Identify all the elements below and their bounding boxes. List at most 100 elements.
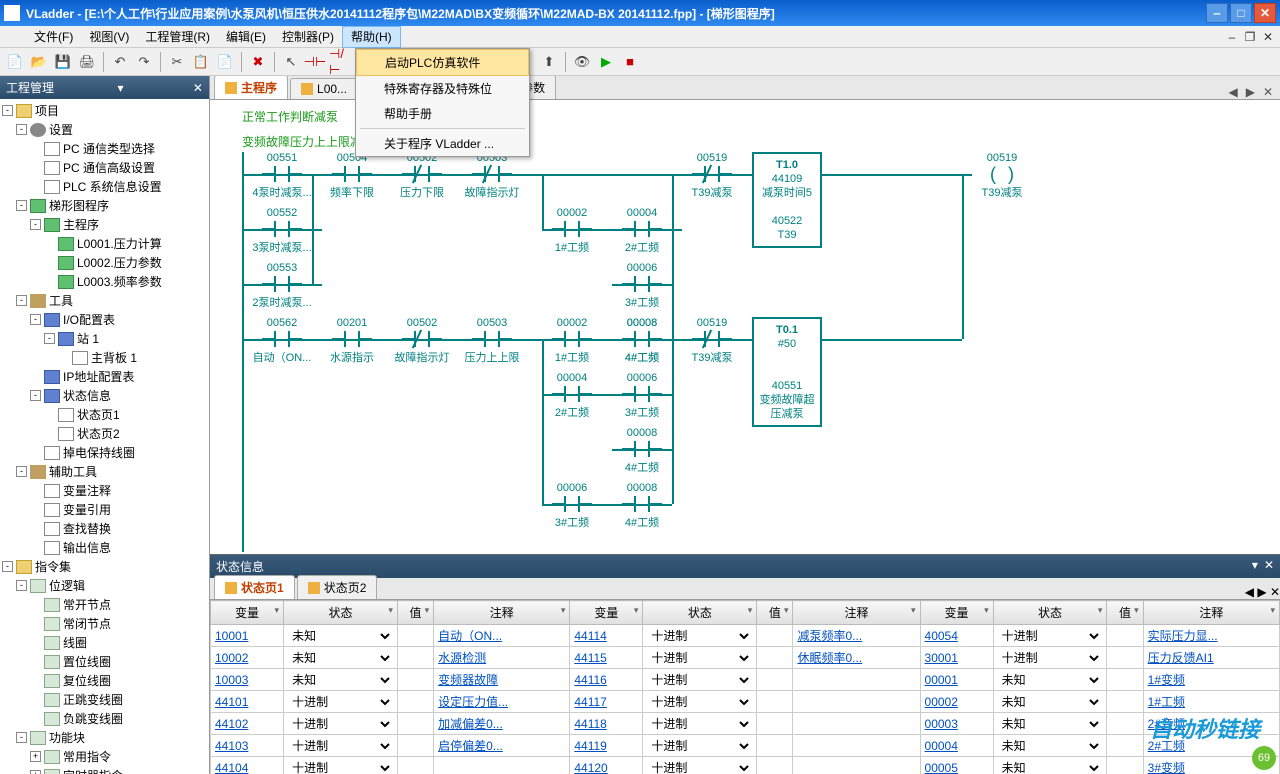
status-select[interactable]: 未知 bbox=[288, 628, 393, 644]
status-select[interactable]: 十进制 bbox=[647, 672, 752, 688]
ladder-canvas[interactable]: 正常工作判断减泵 变频故障压力上上限减泵 005514泵时减泵...00504频… bbox=[210, 100, 1280, 554]
status-select[interactable]: 未知 bbox=[998, 716, 1103, 732]
status-select[interactable]: 十进制 bbox=[647, 650, 752, 666]
tree-node[interactable]: -位逻辑 bbox=[2, 576, 207, 595]
menu-item[interactable]: 帮助手册 bbox=[356, 101, 529, 126]
delete-button[interactable]: ✖ bbox=[247, 51, 269, 73]
no-contact[interactable]: 000063#工频 bbox=[612, 372, 672, 420]
contact-no-tool[interactable]: ⊣⊢ bbox=[304, 51, 326, 73]
tree-node[interactable]: L0003.频率参数 bbox=[2, 272, 207, 291]
tree-node[interactable]: 线圈 bbox=[2, 633, 207, 652]
table-row[interactable]: 44103十进制启停偏差0...44119十进制00004未知2#工频 bbox=[211, 735, 1280, 757]
project-tree[interactable]: -项目-设置PC 通信类型选择PC 通信高级设置PLC 系统信息设置-梯形图程序… bbox=[0, 99, 209, 774]
tree-node[interactable]: 主背板 1 bbox=[2, 348, 207, 367]
pointer-tool[interactable]: ↖ bbox=[280, 51, 302, 73]
tree-node[interactable]: +常用指令 bbox=[2, 747, 207, 766]
save-button[interactable]: 💾 bbox=[52, 51, 74, 73]
tree-node[interactable]: 变量注释 bbox=[2, 481, 207, 500]
tree-node[interactable]: -工具 bbox=[2, 291, 207, 310]
tree-node[interactable]: PLC 系统信息设置 bbox=[2, 177, 207, 196]
no-contact[interactable]: 000084#工频 bbox=[612, 317, 672, 365]
no-contact[interactable]: 000084#工频 bbox=[612, 482, 672, 530]
tree-node[interactable]: 常开节点 bbox=[2, 595, 207, 614]
tree-node[interactable]: L0002.压力参数 bbox=[2, 253, 207, 272]
column-header[interactable]: 变量▾ bbox=[920, 601, 993, 625]
copy-button[interactable]: 📋 bbox=[190, 51, 212, 73]
stop-button[interactable]: ■ bbox=[619, 51, 641, 73]
timer-box[interactable]: T0.1#50 40551变频故障超压减泵 bbox=[752, 317, 822, 427]
table-row[interactable]: 44102十进制加减偏差0...44118十进制00003未知2#变频 bbox=[211, 713, 1280, 735]
panel-close-icon[interactable]: ✕ bbox=[1264, 558, 1274, 575]
table-row[interactable]: 44104十进制44120十进制00005未知3#变频 bbox=[211, 757, 1280, 774]
tree-node[interactable]: 正跳变线圈 bbox=[2, 690, 207, 709]
tab-next-icon[interactable]: ▶ bbox=[1243, 85, 1258, 99]
column-header[interactable]: 状态▾ bbox=[993, 601, 1107, 625]
new-button[interactable]: 📄 bbox=[4, 51, 26, 73]
monitor-button[interactable]: 👁 bbox=[571, 51, 593, 73]
tree-node[interactable]: 状态页1 bbox=[2, 405, 207, 424]
close-button[interactable]: ✕ bbox=[1254, 3, 1276, 23]
menu-item[interactable]: 特殊寄存器及特殊位 bbox=[356, 76, 529, 101]
tree-node[interactable]: -功能块 bbox=[2, 728, 207, 747]
upload-button[interactable]: ⬆ bbox=[538, 51, 560, 73]
tree-node[interactable]: L0001.压力计算 bbox=[2, 234, 207, 253]
status-select[interactable]: 未知 bbox=[998, 760, 1103, 774]
undo-button[interactable]: ↶ bbox=[109, 51, 131, 73]
menu-4[interactable]: 控制器(P) bbox=[274, 27, 342, 47]
no-contact[interactable]: 000063#工频 bbox=[542, 482, 602, 530]
tree-node[interactable]: PC 通信类型选择 bbox=[2, 139, 207, 158]
tree-node[interactable]: 负跳变线圈 bbox=[2, 709, 207, 728]
status-select[interactable]: 十进制 bbox=[647, 716, 752, 732]
no-contact[interactable]: 00504频率下限 bbox=[322, 152, 382, 200]
no-contact[interactable]: 005514泵时减泵... bbox=[252, 152, 312, 200]
nc-contact[interactable]: 00502故障指示灯 bbox=[392, 317, 452, 365]
tree-node[interactable]: -辅助工具 bbox=[2, 462, 207, 481]
pin-icon[interactable]: ▾ bbox=[117, 81, 123, 95]
column-header[interactable]: 变量▾ bbox=[211, 601, 284, 625]
tree-node[interactable]: -I/O配置表 bbox=[2, 310, 207, 329]
editor-tab[interactable]: L00... bbox=[290, 78, 358, 99]
column-header[interactable]: 注释▾ bbox=[1143, 601, 1279, 625]
pin-icon[interactable]: ▾ bbox=[1252, 558, 1258, 575]
tree-node[interactable]: -指令集 bbox=[2, 557, 207, 576]
no-contact[interactable]: 005523泵时减泵... bbox=[252, 207, 312, 255]
column-header[interactable]: 注释▾ bbox=[793, 601, 920, 625]
mdi-close[interactable]: ✕ bbox=[1260, 30, 1276, 44]
no-contact[interactable]: 000042#工频 bbox=[542, 372, 602, 420]
no-contact[interactable]: 005532泵时减泵... bbox=[252, 262, 312, 310]
status-select[interactable]: 十进制 bbox=[288, 694, 393, 710]
tree-node[interactable]: 查找替换 bbox=[2, 519, 207, 538]
tree-node[interactable]: 复位线圈 bbox=[2, 671, 207, 690]
status-select[interactable]: 十进制 bbox=[288, 760, 393, 774]
contact-nc-tool[interactable]: ⊣/⊢ bbox=[328, 51, 350, 73]
tree-node[interactable]: -主程序 bbox=[2, 215, 207, 234]
column-header[interactable]: 变量▾ bbox=[570, 601, 643, 625]
nc-contact[interactable]: 00519T39减泵 bbox=[682, 317, 742, 365]
column-header[interactable]: 值▾ bbox=[1107, 601, 1143, 625]
status-grid[interactable]: 变量▾状态▾值▾注释▾变量▾状态▾值▾注释▾变量▾状态▾值▾注释▾10001未知… bbox=[210, 600, 1280, 774]
open-button[interactable]: 📂 bbox=[28, 51, 50, 73]
tree-node[interactable]: 常闭节点 bbox=[2, 614, 207, 633]
no-contact[interactable]: 000084#工频 bbox=[612, 427, 672, 475]
timer-box[interactable]: T1.044109减泵时间5 40522T39 bbox=[752, 152, 822, 248]
status-select[interactable]: 未知 bbox=[998, 694, 1103, 710]
coil[interactable]: 00519()T39减泵 bbox=[972, 152, 1032, 200]
tree-node[interactable]: 掉电保持线圈 bbox=[2, 443, 207, 462]
tree-node[interactable]: -站 1 bbox=[2, 329, 207, 348]
maximize-button[interactable]: □ bbox=[1230, 3, 1252, 23]
nc-contact[interactable]: 00503故障指示灯 bbox=[462, 152, 522, 200]
tree-node[interactable]: +定时器指令 bbox=[2, 766, 207, 774]
status-select[interactable]: 未知 bbox=[998, 738, 1103, 754]
menu-5[interactable]: 帮助(H) bbox=[342, 26, 401, 48]
tree-node[interactable]: -设置 bbox=[2, 120, 207, 139]
mdi-minimize[interactable]: ‒ bbox=[1224, 30, 1240, 44]
menu-1[interactable]: 视图(V) bbox=[81, 27, 137, 47]
no-contact[interactable]: 00503压力上上限 bbox=[462, 317, 522, 365]
status-select[interactable]: 十进制 bbox=[647, 738, 752, 754]
no-contact[interactable]: 00201水源指示 bbox=[322, 317, 382, 365]
tree-node[interactable]: -梯形图程序 bbox=[2, 196, 207, 215]
status-tab[interactable]: 状态页2 bbox=[297, 575, 378, 599]
tab-close-icon[interactable]: ✕ bbox=[1260, 85, 1276, 99]
status-select[interactable]: 十进制 bbox=[288, 716, 393, 732]
column-header[interactable]: 注释▾ bbox=[434, 601, 570, 625]
